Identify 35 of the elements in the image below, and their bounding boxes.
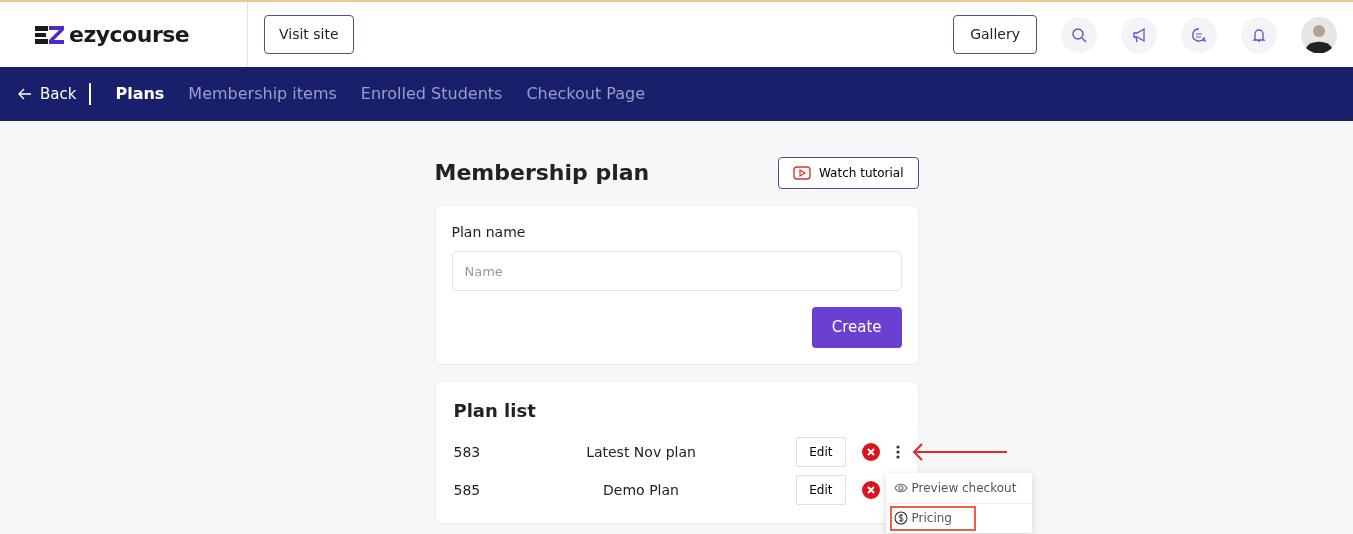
create-button[interactable]: Create (811, 307, 902, 348)
delete-icon[interactable] (861, 443, 880, 462)
search-icon[interactable] (1061, 16, 1097, 53)
nav-tab[interactable]: Checkout Page (526, 82, 646, 106)
back-arrow-icon (18, 88, 32, 100)
edit-button[interactable]: Edit (796, 437, 846, 468)
menu-item[interactable]: Pricing (889, 506, 976, 532)
visit-site-button[interactable]: Visit site (264, 15, 354, 54)
edit-button[interactable]: Edit (796, 475, 846, 506)
watch-tutorial-button[interactable]: Watch tutorial (778, 157, 919, 189)
logo-text: ezycourse (69, 21, 190, 49)
plan-id: 583 (453, 442, 482, 462)
dollar-icon (893, 511, 908, 526)
section-title: Plan list (453, 399, 537, 422)
plan-id: 585 (453, 480, 482, 500)
back-link[interactable]: Back (18, 82, 92, 106)
menu-item-label: Preview checkout (911, 480, 1017, 498)
plan-name: Latest Nov plan (585, 442, 697, 462)
more-options-icon[interactable] (895, 445, 900, 460)
nav-tab[interactable]: Enrolled Students (360, 82, 503, 106)
plan-name: Demo Plan (602, 480, 680, 500)
gallery-button[interactable]: Gallery (953, 15, 1037, 54)
plan-name-field[interactable]: Name (451, 251, 902, 291)
page-title: Membership plan (434, 159, 650, 187)
menu-item[interactable]: Preview checkout (885, 473, 1032, 505)
menu-item-label: Pricing (911, 510, 952, 528)
field-label: Plan name (451, 223, 527, 242)
bell-icon[interactable] (1241, 16, 1277, 53)
delete-icon[interactable] (861, 481, 880, 500)
nav-tab[interactable]: Membership items (188, 82, 337, 106)
video-play-icon (793, 166, 811, 180)
megaphone-icon[interactable] (1121, 16, 1157, 53)
logo-icon (35, 23, 65, 46)
avatar-icon[interactable] (1301, 16, 1337, 53)
nav-tab[interactable]: Plans (115, 82, 165, 106)
